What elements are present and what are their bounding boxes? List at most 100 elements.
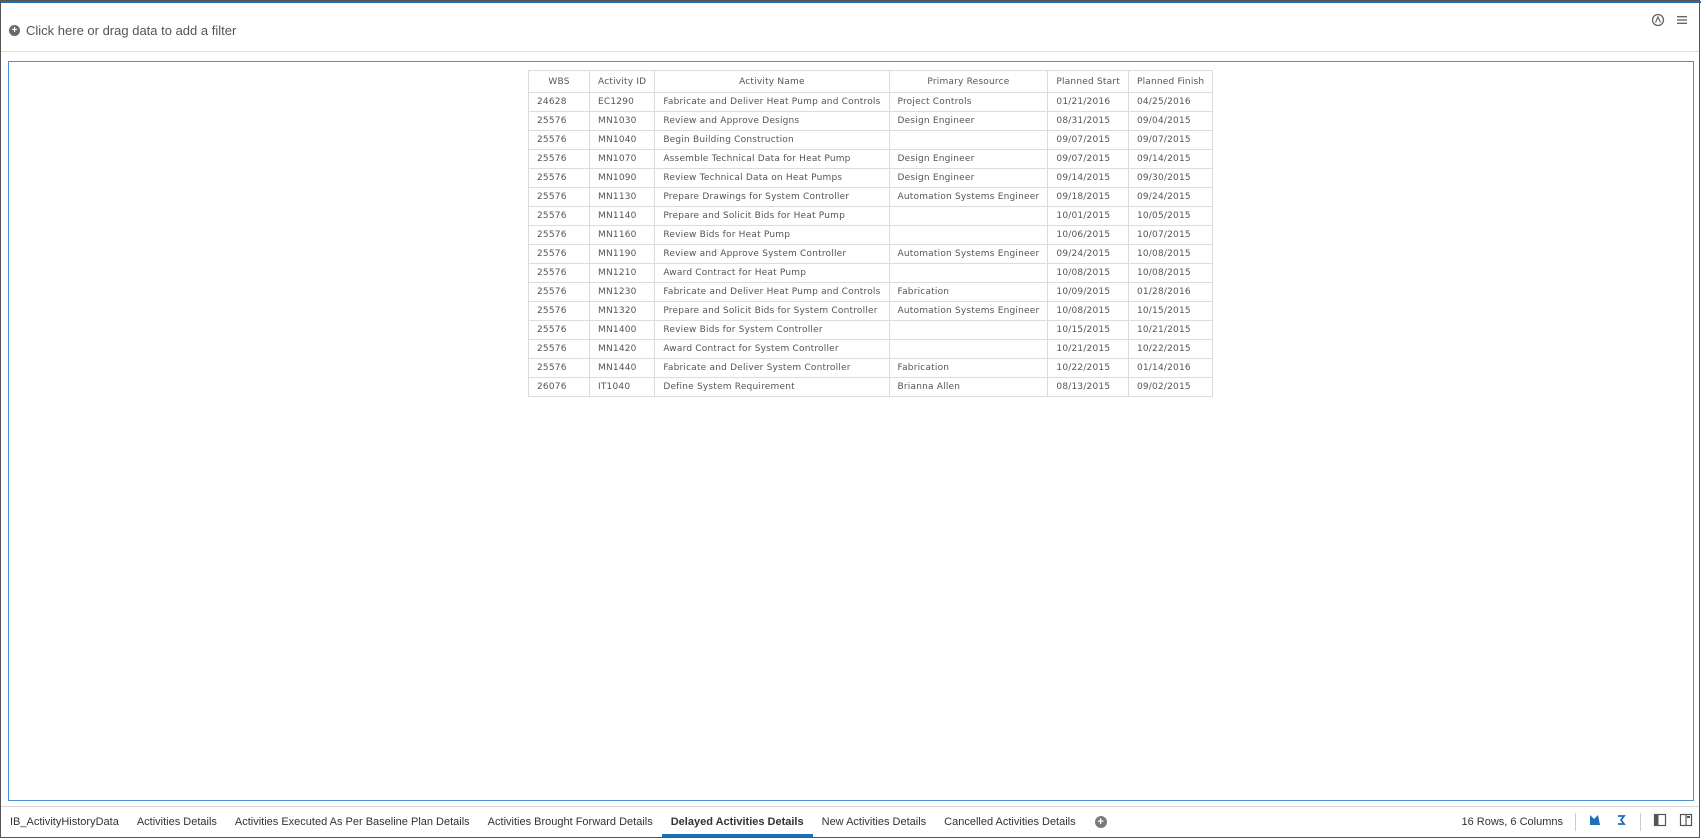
table-row[interactable]: 25576 MN1400 Review Bids for System Contro… <box>528 320 1214 340</box>
menu-icon[interactable] <box>1675 13 1689 27</box>
column-header-primary-resource[interactable]: Primary Resource <box>888 70 1049 93</box>
table-row[interactable]: 25576 MN1320 Prepare and Solicit Bids for … <box>528 301 1214 321</box>
cell-planned-start: 09/07/2015 <box>1047 149 1129 169</box>
cell-primary-resource: Fabrication <box>888 282 1049 302</box>
cell-activity-name: Fabricate and Deliver Heat Pump and Cont… <box>654 282 890 302</box>
table-row[interactable]: 25576 MN1160 Review Bids for Heat Pump 10/0… <box>528 225 1214 245</box>
cell-activity-name: Award Contract for Heat Pump <box>654 263 890 283</box>
cell-primary-resource: Automation Systems Engineer <box>888 187 1049 207</box>
cell-primary-resource: Brianna Allen <box>888 377 1049 397</box>
cell-activity-id: MN1420 <box>588 339 656 359</box>
cell-wbs: 25576 <box>528 111 590 131</box>
divider <box>1575 813 1576 831</box>
cell-wbs: 25576 <box>528 206 590 226</box>
plus-circle-icon: + <box>9 25 20 36</box>
column-header-wbs[interactable]: WBS <box>528 70 590 93</box>
refresh-icon[interactable] <box>1614 813 1628 832</box>
cell-activity-name: Prepare and Solicit Bids for System Cont… <box>654 301 890 321</box>
column-header-planned-start[interactable]: Planned Start <box>1047 70 1129 93</box>
cell-planned-finish: 04/25/2016 <box>1127 92 1214 112</box>
tab-ib-activityhistorydata[interactable]: IB_ActivityHistoryData <box>1 807 128 837</box>
cell-activity-id: MN1140 <box>588 206 656 226</box>
split-pane-icon[interactable] <box>1679 813 1693 832</box>
column-header-activity-name[interactable]: Activity Name <box>654 70 890 93</box>
cell-wbs: 25576 <box>528 339 590 359</box>
cell-planned-start: 01/21/2016 <box>1047 92 1129 112</box>
cell-planned-finish: 09/04/2015 <box>1127 111 1214 131</box>
table-row[interactable]: 25576 MN1420 Award Contract for System Con… <box>528 339 1214 359</box>
share-icon[interactable] <box>1651 13 1665 27</box>
table-row[interactable]: 26076 IT1040 Define System Requirement Bria… <box>528 377 1214 397</box>
cell-activity-id: MN1440 <box>588 358 656 378</box>
add-filter-button[interactable]: + Click here or drag data to add a filte… <box>9 23 236 38</box>
tab-activities-brought-forward-details[interactable]: Activities Brought Forward Details <box>479 807 662 837</box>
cell-primary-resource <box>888 263 1049 283</box>
top-right-toolbar <box>1651 13 1689 27</box>
cell-primary-resource <box>888 130 1049 150</box>
table-row[interactable]: 24628 EC1290 Fabricate and Deliver Heat Pu… <box>528 92 1214 112</box>
tab-new-activities-details[interactable]: New Activities Details <box>813 807 936 837</box>
table-row[interactable]: 25576 MN1030 Review and Approve Designs Des… <box>528 111 1214 131</box>
cell-activity-name: Prepare and Solicit Bids for Heat Pump <box>654 206 890 226</box>
cell-activity-name: Review Bids for System Controller <box>654 320 890 340</box>
cell-primary-resource <box>888 225 1049 245</box>
column-header-planned-finish[interactable]: Planned Finish <box>1127 70 1214 93</box>
table-row[interactable]: 25576 MN1140 Prepare and Solicit Bids for … <box>528 206 1214 226</box>
cell-planned-finish: 10/05/2015 <box>1127 206 1214 226</box>
tab-activities-executed-as-per-baseline-plan-details[interactable]: Activities Executed As Per Baseline Plan… <box>226 807 479 837</box>
table-row[interactable]: 25576 MN1070 Assemble Technical Data for H… <box>528 149 1214 169</box>
filter-bar: + Click here or drag data to add a filte… <box>1 3 1699 52</box>
cell-activity-name: Award Contract for System Controller <box>654 339 890 359</box>
cell-primary-resource: Design Engineer <box>888 168 1049 188</box>
table-row[interactable]: 25576 MN1090 Review Technical Data on Heat… <box>528 168 1214 188</box>
table-row[interactable]: 25576 MN1440 Fabricate and Deliver System … <box>528 358 1214 378</box>
tab-delayed-activities-details[interactable]: Delayed Activities Details <box>661 807 813 837</box>
cell-activity-id: EC1290 <box>588 92 656 112</box>
cell-planned-finish: 10/08/2015 <box>1127 263 1214 283</box>
cell-planned-finish: 09/07/2015 <box>1127 130 1214 150</box>
cell-wbs: 25576 <box>528 130 590 150</box>
cell-planned-start: 10/08/2015 <box>1047 301 1129 321</box>
report-canvas: WBS Activity ID Activity Name Primary Re… <box>8 61 1694 801</box>
cell-activity-id: MN1190 <box>588 244 656 264</box>
cell-activity-id: MN1040 <box>588 130 656 150</box>
cell-primary-resource <box>888 320 1049 340</box>
row-column-count: 16 Rows, 6 Columns <box>1461 816 1564 828</box>
cell-wbs: 25576 <box>528 263 590 283</box>
cell-planned-finish: 10/07/2015 <box>1127 225 1214 245</box>
cell-activity-id: MN1210 <box>588 263 656 283</box>
cell-wbs: 26076 <box>528 377 590 397</box>
cell-planned-finish: 10/15/2015 <box>1127 301 1214 321</box>
cell-activity-id: MN1160 <box>588 225 656 245</box>
cell-planned-start: 10/09/2015 <box>1047 282 1129 302</box>
cell-activity-name: Define System Requirement <box>654 377 890 397</box>
cell-planned-finish: 09/14/2015 <box>1127 149 1214 169</box>
cell-planned-start: 09/07/2015 <box>1047 130 1129 150</box>
cell-planned-start: 10/21/2015 <box>1047 339 1129 359</box>
column-header-activity-id[interactable]: Activity ID <box>588 70 656 93</box>
cell-wbs: 25576 <box>528 187 590 207</box>
cell-activity-id: IT1040 <box>588 377 656 397</box>
cell-planned-start: 08/31/2015 <box>1047 111 1129 131</box>
cell-activity-id: MN1320 <box>588 301 656 321</box>
table-row[interactable]: 25576 MN1210 Award Contract for Heat Pump 1… <box>528 263 1214 283</box>
table-row[interactable]: 25576 MN1190 Review and Approve System Con… <box>528 244 1214 264</box>
cell-planned-start: 10/22/2015 <box>1047 358 1129 378</box>
table-row[interactable]: 25576 MN1040 Begin Building Construction 09… <box>528 130 1214 150</box>
cell-planned-finish: 09/24/2015 <box>1127 187 1214 207</box>
table-row[interactable]: 25576 MN1130 Prepare Drawings for System C… <box>528 187 1214 207</box>
cell-planned-finish: 10/22/2015 <box>1127 339 1214 359</box>
cell-activity-id: MN1030 <box>588 111 656 131</box>
explore-icon[interactable] <box>1588 813 1602 832</box>
sheet-tab-bar: IB_ActivityHistoryData Activities Details… <box>1 806 1699 837</box>
tab-cancelled-activities-details[interactable]: Cancelled Activities Details <box>935 807 1084 837</box>
single-pane-icon[interactable] <box>1653 813 1667 832</box>
add-tab-icon[interactable]: + <box>1094 816 1107 828</box>
table-row[interactable]: 25576 MN1230 Fabricate and Deliver Heat Pu… <box>528 282 1214 302</box>
cell-planned-start: 10/01/2015 <box>1047 206 1129 226</box>
data-table: WBS Activity ID Activity Name Primary Re… <box>528 70 1214 397</box>
cell-planned-finish: 01/14/2016 <box>1127 358 1214 378</box>
cell-wbs: 25576 <box>528 358 590 378</box>
tab-activities-details[interactable]: Activities Details <box>128 807 226 837</box>
cell-planned-start: 10/06/2015 <box>1047 225 1129 245</box>
